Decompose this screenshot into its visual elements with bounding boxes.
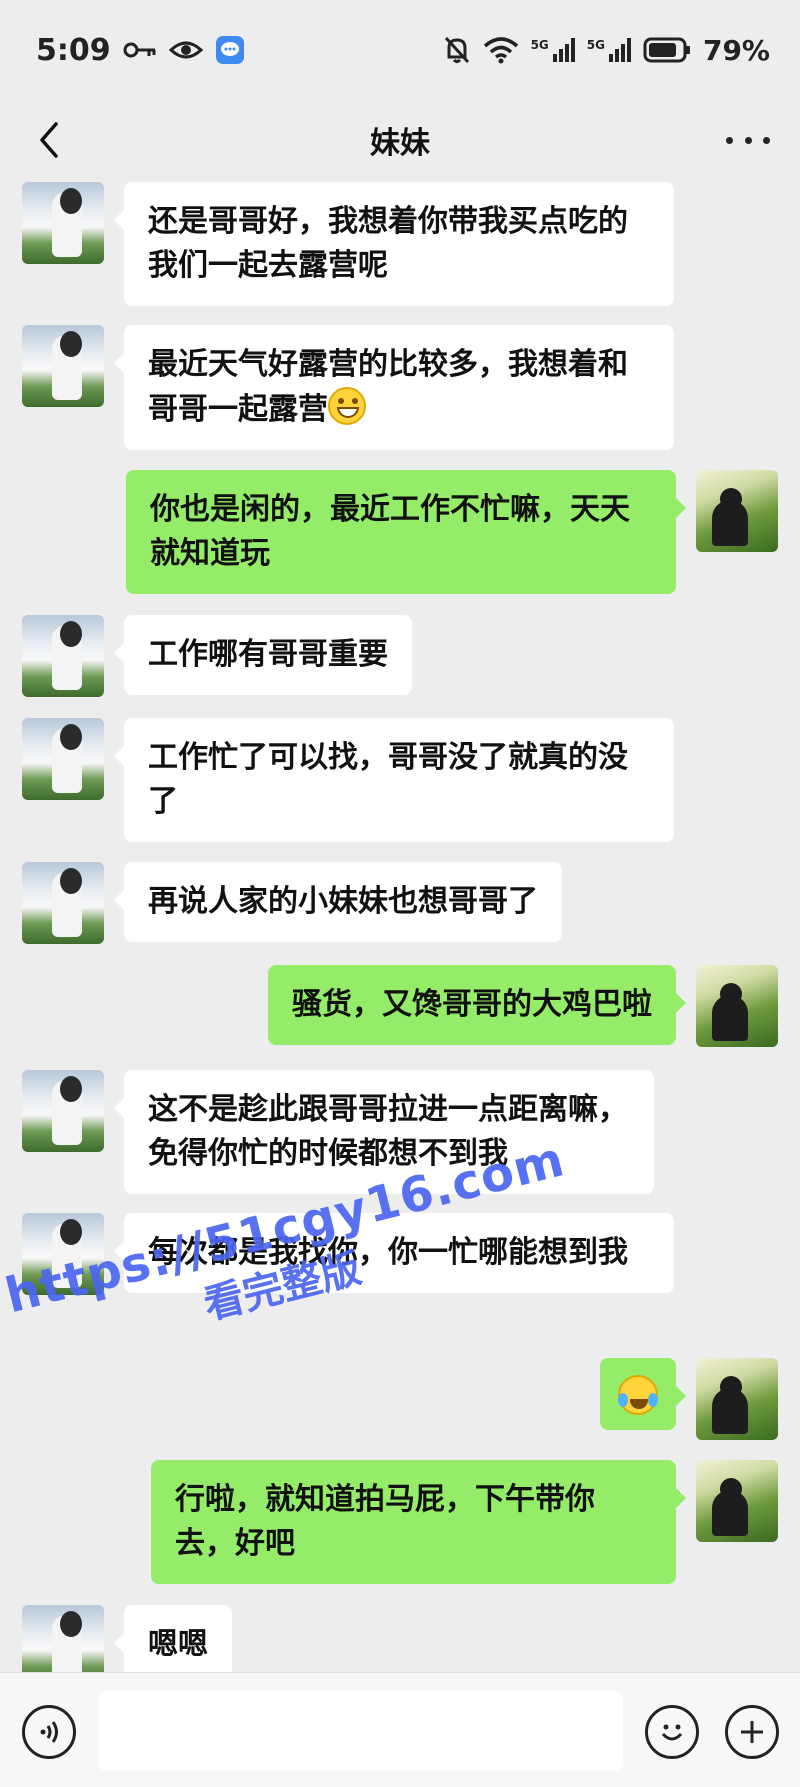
wifi-icon (483, 36, 519, 64)
message-bubble[interactable]: 工作忙了可以找，哥哥没了就真的没了 (114, 718, 674, 842)
message-received: 工作哪有哥哥重要 (22, 615, 412, 697)
status-bar: 5:09 5G 5G 79% (0, 0, 800, 100)
message-text: 骚货，又馋哥哥的大鸡巴啦 (292, 987, 652, 1022)
message-bubble[interactable]: 骚货，又馋哥哥的大鸡巴啦 (268, 965, 686, 1045)
message-bubble[interactable]: 再说人家的小妹妹也想哥哥了 (114, 862, 562, 942)
message-text: 嗯嗯 (148, 1627, 208, 1662)
message-text: 再说人家的小妹妹也想哥哥了 (148, 884, 538, 919)
laugh-cry-emoji-icon (618, 1374, 658, 1415)
chat-header: 妹妹 (0, 100, 800, 180)
status-time: 5:09 (36, 32, 111, 68)
contact-avatar[interactable] (22, 862, 104, 944)
message-bubble[interactable]: 行啦，就知道拍马屁，下午带你去，好吧 (151, 1460, 686, 1584)
contact-avatar[interactable] (22, 615, 104, 697)
message-bubble[interactable]: 最近天气好露营的比较多，我想着和哥哥一起露营 (114, 325, 674, 450)
message-text: 最近天气好露营的比较多，我想着和哥哥一起露营 (148, 347, 628, 427)
message-text: 行啦，就知道拍马屁，下午带你去，好吧 (175, 1482, 595, 1561)
battery-icon (643, 37, 691, 63)
grin-emoji-icon (328, 387, 366, 425)
message-text: 工作忙了可以找，哥哥没了就真的没了 (148, 740, 628, 819)
message-text: 这不是趁此跟哥哥拉进一点距离嘛，免得你忙的时候都想不到我 (148, 1092, 628, 1171)
contact-avatar[interactable] (22, 182, 104, 264)
message-bubble[interactable]: 工作哪有哥哥重要 (114, 615, 412, 695)
5g-signal-icon: 5G (531, 38, 575, 62)
key-icon (123, 40, 157, 60)
message-bubble[interactable] (600, 1358, 686, 1430)
network-label-2: 5G (586, 38, 605, 52)
message-received: 每次都是我找你，你一忙哪能想到我 (22, 1213, 674, 1295)
message-text: 还是哥哥好，我想着你带我买点吃的我们一起去露营呢 (148, 204, 628, 283)
network-label: 5G (530, 38, 549, 52)
my-avatar[interactable] (696, 1460, 778, 1542)
emoji-picker-icon[interactable] (645, 1705, 699, 1759)
message-bubble[interactable]: 你也是闲的，最近工作不忙嘛，天天就知道玩 (126, 470, 686, 594)
message-bubble[interactable]: 还是哥哥好，我想着你带我买点吃的我们一起去露营呢 (114, 182, 674, 306)
status-left: 5:09 (36, 33, 245, 68)
contact-avatar[interactable] (22, 718, 104, 800)
message-received: 工作忙了可以找，哥哥没了就真的没了 (22, 718, 674, 842)
message-sent: 骚货，又馋哥哥的大鸡巴啦 (268, 965, 778, 1047)
message-sent (600, 1358, 778, 1440)
battery-percent: 79% (702, 33, 770, 67)
my-avatar[interactable] (696, 1358, 778, 1440)
add-more-icon[interactable] (725, 1705, 779, 1759)
message-text: 工作哪有哥哥重要 (148, 637, 388, 672)
more-options-icon[interactable] (726, 122, 770, 158)
input-bar (0, 1672, 800, 1787)
back-arrow-icon[interactable] (30, 120, 70, 160)
message-bubble[interactable]: 这不是趁此跟哥哥拉进一点距离嘛，免得你忙的时候都想不到我 (114, 1070, 654, 1194)
my-avatar[interactable] (696, 470, 778, 552)
mute-icon (443, 35, 471, 65)
message-text: 你也是闲的，最近工作不忙嘛，天天就知道玩 (150, 492, 630, 571)
chat-title: 妹妹 (370, 126, 430, 161)
message-sent: 你也是闲的，最近工作不忙嘛，天天就知道玩 (126, 470, 778, 594)
message-bubble[interactable]: 每次都是我找你，你一忙哪能想到我 (114, 1213, 674, 1293)
contact-avatar[interactable] (22, 1213, 104, 1295)
message-received: 这不是趁此跟哥哥拉进一点距离嘛，免得你忙的时候都想不到我 (22, 1070, 654, 1194)
message-text: 每次都是我找你，你一忙哪能想到我 (148, 1235, 628, 1270)
eye-icon (168, 38, 203, 62)
5g-signal-icon-2: 5G (587, 38, 631, 62)
contact-avatar[interactable] (22, 1070, 104, 1152)
message-input[interactable] (98, 1691, 623, 1771)
message-app-icon (215, 35, 245, 65)
status-right: 5G 5G 79% (443, 34, 770, 67)
my-avatar[interactable] (696, 965, 778, 1047)
contact-avatar[interactable] (22, 325, 104, 407)
message-received: 还是哥哥好，我想着你带我买点吃的我们一起去露营呢 (22, 182, 674, 306)
message-received: 再说人家的小妹妹也想哥哥了 (22, 862, 562, 944)
voice-input-icon[interactable] (22, 1705, 76, 1759)
message-sent: 行啦，就知道拍马屁，下午带你去，好吧 (151, 1460, 778, 1584)
message-received: 最近天气好露营的比较多，我想着和哥哥一起露营 (22, 325, 674, 450)
